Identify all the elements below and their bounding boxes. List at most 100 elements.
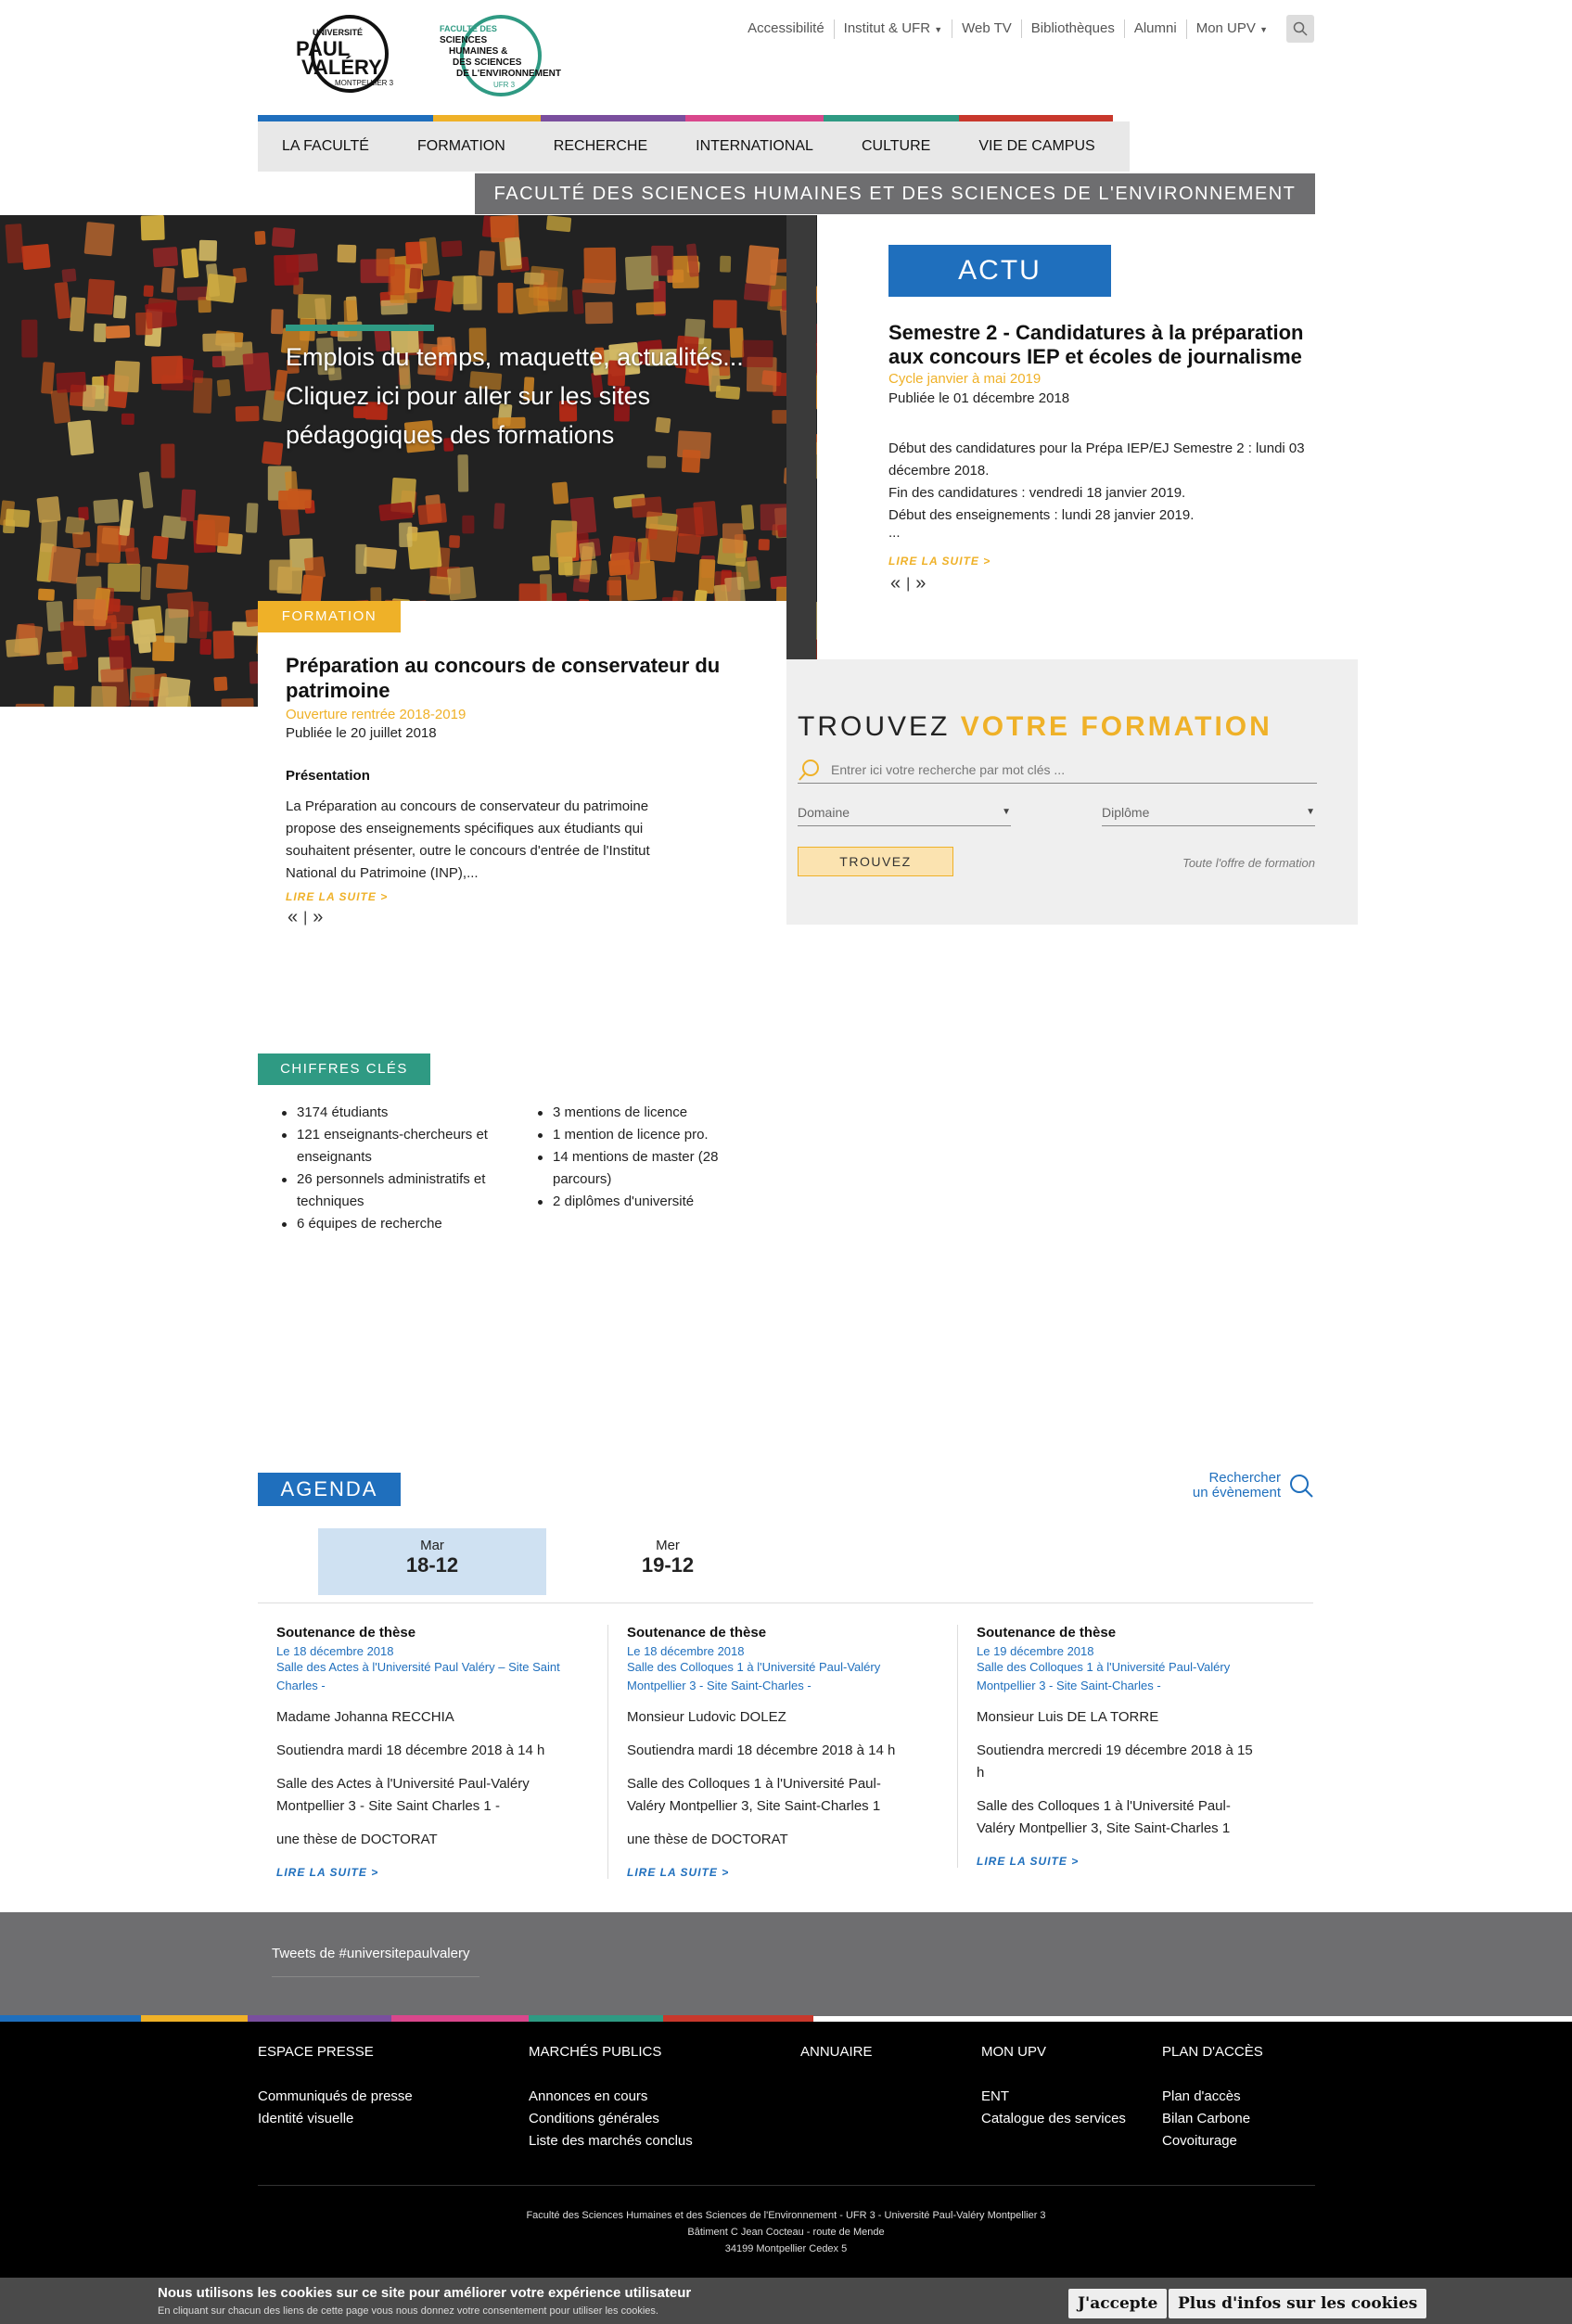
list-item: 6 équipes de recherche (276, 1213, 508, 1235)
nav-item-culture[interactable]: CULTURE (837, 138, 954, 155)
hero-caption[interactable]: Emplois du temps, maquette, actualités..… (286, 338, 786, 454)
footer-link[interactable]: Communiqués de presse (258, 2086, 413, 2108)
list-item: 2 diplômes d'université (532, 1191, 746, 1213)
formation-search-title-accent: VOTRE FORMATION (960, 711, 1272, 742)
nav-item-international[interactable]: INTERNATIONAL (671, 138, 837, 155)
upv-logo-mark: UNIVERSITÉ PAUL VALÉRY MONTPELLIER 3 (296, 15, 394, 93)
formation-read-more[interactable]: LIRE LA SUITE > (286, 890, 388, 903)
event-paragraph: une thèse de DOCTORAT (276, 1832, 438, 1847)
ufr-logo-line-4: DES SCIENCES (453, 57, 522, 68)
agenda-search-label: Rechercher un évènement (1193, 1471, 1281, 1500)
top-link-mon-upv[interactable]: Mon UPV ▼ (1185, 19, 1277, 39)
formation-card: FORMATION Préparation au concours de con… (258, 601, 786, 953)
event-paragraph: une thèse de DOCTORAT (627, 1832, 788, 1847)
formation-title[interactable]: Préparation au concours de conservateur … (286, 653, 749, 703)
agenda-day-tab[interactable]: Mer 19-12 (554, 1528, 782, 1595)
top-link-bibliotheques[interactable]: Bibliothèques (1020, 19, 1124, 38)
formation-date: Publiée le 20 juillet 2018 (286, 725, 437, 741)
event-place: Salle des Actes à l'Université Paul Valé… (276, 1660, 560, 1692)
top-link-institut-ufr-label: Institut & UFR (843, 19, 931, 36)
actu-pager: « | » (890, 573, 926, 594)
actu-subtitle: Cycle janvier à mai 2019 (888, 371, 1042, 387)
prev-arrow-icon[interactable]: « (890, 573, 901, 594)
event-date: Le 18 décembre 2018 (627, 1644, 745, 1658)
footer-heading[interactable]: ANNUAIRE (800, 2044, 873, 2060)
top-link-accessibilite[interactable]: Accessibilité (738, 19, 834, 38)
all-formations-link[interactable]: Toute l'offre de formation (1182, 856, 1315, 870)
footer-link[interactable]: Liste des marchés conclus (529, 2130, 693, 2152)
agenda-event: Soutenance de thèse Le 18 décembre 2018 … (258, 1625, 582, 1879)
agenda-day-tab[interactable]: Mar 18-12 (318, 1528, 546, 1595)
color-segment (824, 115, 959, 121)
event-read-more[interactable]: LIRE LA SUITE > (276, 1866, 564, 1879)
list-item: 3174 étudiants (276, 1102, 508, 1124)
top-link-webtv[interactable]: Web TV (952, 19, 1021, 38)
domaine-select[interactable]: Domaine ▼ (798, 798, 1011, 826)
upv-logo[interactable]: UNIVERSITÉ PAUL VALÉRY MONTPELLIER 3 (292, 13, 403, 96)
search-icon (1293, 21, 1308, 36)
cookie-more-info-button[interactable]: Plus d'infos sur les cookies (1169, 2289, 1427, 2318)
footer-link[interactable]: ENT (981, 2086, 1126, 2108)
cookie-title: Nous utilisons les cookies sur ce site p… (158, 2285, 692, 2301)
event-title[interactable]: Soutenance de thèse (276, 1625, 564, 1641)
actu-title[interactable]: Semestre 2 - Candidatures à la préparati… (888, 321, 1315, 369)
event-title[interactable]: Soutenance de thèse (977, 1625, 1263, 1641)
footer-link[interactable]: Conditions générales (529, 2108, 693, 2130)
agenda-day-date: 19-12 (641, 1553, 695, 1577)
footer-heading[interactable]: ESPACE PRESSE (258, 2044, 413, 2060)
top-link-mon-upv-label: Mon UPV (1195, 19, 1256, 36)
nav-item-la-faculte[interactable]: LA FACULTÉ (258, 138, 393, 155)
color-segment (685, 115, 824, 121)
next-arrow-icon[interactable]: » (915, 573, 926, 594)
nav-item-formation[interactable]: FORMATION (393, 138, 530, 155)
footer-link[interactable]: Identité visuelle (258, 2108, 413, 2130)
nav-item-recherche[interactable]: RECHERCHE (530, 138, 671, 155)
cookie-banner: Nous utilisons les cookies sur ce site p… (0, 2278, 1572, 2324)
cookie-accept-button[interactable]: J'accepte (1068, 2289, 1168, 2318)
footer-heading[interactable]: MARCHÉS PUBLICS (529, 2044, 693, 2060)
top-link-alumni[interactable]: Alumni (1123, 19, 1186, 38)
prev-arrow-icon[interactable]: « (288, 907, 298, 928)
footer-link[interactable]: Catalogue des services (981, 2108, 1126, 2130)
footer-heading[interactable]: PLAN D'ACCÈS (1162, 2044, 1263, 2060)
footer-link[interactable]: Annonces en cours (529, 2086, 693, 2108)
formation-search-title-plain: TROUVEZ (798, 711, 951, 742)
formation-subtitle: Ouverture rentrée 2018-2019 (286, 707, 466, 722)
diplome-select[interactable]: Diplôme ▼ (1102, 798, 1315, 826)
formation-search-panel: TROUVEZ VOTRE FORMATION Entrer ici votre… (755, 659, 1358, 925)
footer-link[interactable]: Covoiturage (1162, 2130, 1263, 2152)
agenda-day-date: 18-12 (405, 1553, 459, 1577)
tweets-label[interactable]: Tweets de #universitepaulvalery (272, 1946, 479, 1977)
color-segment (258, 115, 433, 121)
event-read-more[interactable]: LIRE LA SUITE > (627, 1866, 914, 1879)
top-link-institut-ufr[interactable]: Institut & UFR ▼ (833, 19, 952, 39)
footer-link[interactable]: Plan d'accès (1162, 2086, 1263, 2108)
actu-body-line: Fin des candidatures : vendredi 18 janvi… (888, 485, 1186, 501)
footer-column-plan: PLAN D'ACCÈS Plan d'accès Bilan Carbone … (1162, 2044, 1263, 2152)
footer-address: Faculté des Sciences Humaines et des Sci… (0, 2207, 1572, 2257)
footer-heading[interactable]: MON UPV (981, 2044, 1126, 2060)
footer-link[interactable]: Bilan Carbone (1162, 2108, 1263, 2130)
list-item: 26 personnels administratifs et techniqu… (276, 1168, 508, 1213)
next-arrow-icon[interactable]: » (313, 907, 323, 928)
ufr-logo[interactable]: FACULTÉ DES SCIENCES HUMAINES & DES SCIE… (436, 11, 580, 99)
hero-edge (786, 215, 816, 660)
color-segment (663, 2015, 813, 2022)
footer-divider (258, 2185, 1315, 2186)
event-title[interactable]: Soutenance de thèse (627, 1625, 914, 1641)
formation-search-placeholder: Entrer ici votre recherche par mot clés … (831, 761, 1066, 777)
agenda-search-link[interactable]: Rechercher un évènement (1193, 1471, 1314, 1500)
tweets-band: Tweets de #universitepaulvalery (0, 1912, 1572, 2016)
nav-item-vie-de-campus[interactable]: VIE DE CAMPUS (954, 138, 1118, 155)
formation-search-input[interactable]: Entrer ici votre recherche par mot clés … (798, 756, 1317, 784)
trouvez-button[interactable]: TROUVEZ (798, 847, 953, 876)
actu-body-line: Début des enseignements : lundi 28 janvi… (888, 507, 1195, 523)
search-button[interactable] (1286, 15, 1314, 43)
formation-tag: FORMATION (258, 601, 401, 632)
list-item: 121 enseignants-chercheurs et enseignant… (276, 1124, 508, 1168)
event-read-more[interactable]: LIRE LA SUITE > (977, 1855, 1263, 1868)
color-segment (141, 2015, 248, 2022)
event-paragraph: Soutiendra mardi 18 décembre 2018 à 14 h (276, 1743, 545, 1758)
event-paragraph: Monsieur Ludovic DOLEZ (627, 1709, 786, 1725)
actu-read-more[interactable]: LIRE LA SUITE > (888, 555, 990, 568)
